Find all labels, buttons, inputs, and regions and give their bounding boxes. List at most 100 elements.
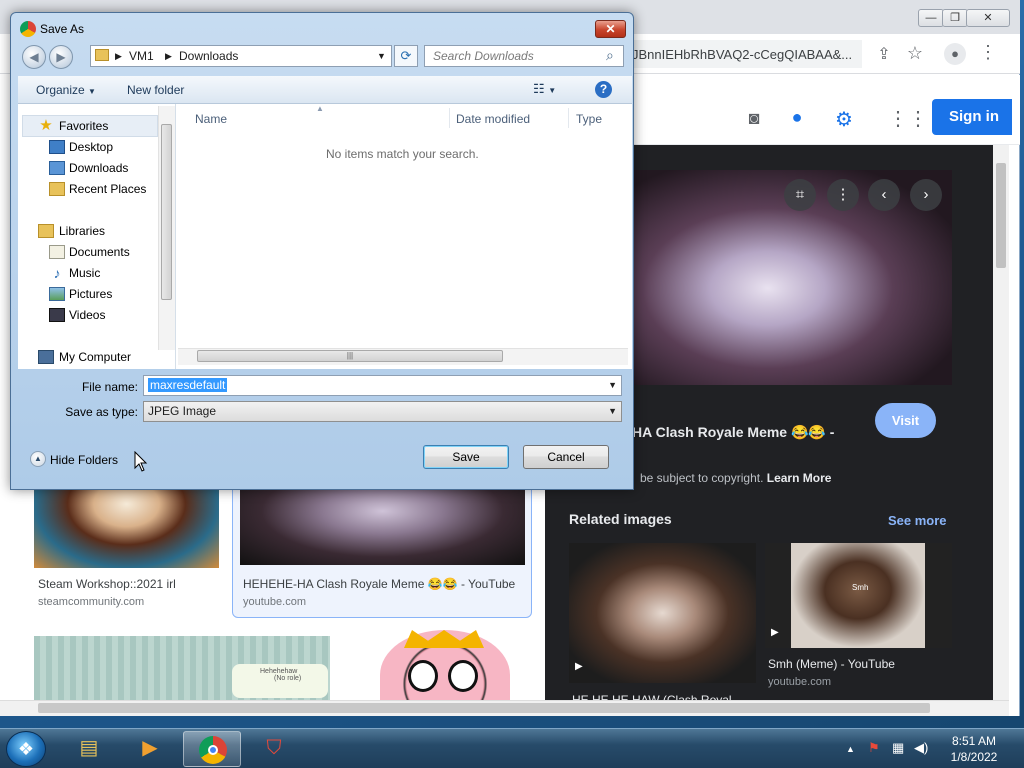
cancel-button[interactable]: Cancel [523, 445, 609, 469]
discord-card-name: Hehehehaw [260, 668, 298, 675]
result-thumbnail-2[interactable] [240, 488, 525, 565]
discord-card: Hehehehaw (No role) [232, 664, 328, 698]
nav-pictures[interactable]: Pictures [69, 287, 112, 301]
search-downloads-input[interactable]: Search Downloads [424, 45, 624, 67]
taskbar-security-shield-icon[interactable]: ⛉ [245, 731, 303, 767]
nav-my-computer[interactable]: My Computer [59, 350, 131, 364]
maximize-button[interactable]: ❐ [942, 9, 968, 27]
save-as-type-dropdown-icon[interactable]: ▼ [608, 402, 617, 421]
sign-in-button[interactable]: Sign in [932, 99, 1012, 135]
chrome-close-button[interactable]: ✕ [966, 9, 1010, 27]
taskbar-media-player-icon[interactable]: ▶ [121, 731, 179, 767]
file-list-scrollbar-thumb[interactable]: ||| [197, 350, 503, 362]
nav-music[interactable]: Music [69, 266, 100, 280]
lens-search-icon[interactable]: ⌗ [784, 179, 816, 211]
camera-icon[interactable]: ◙ [742, 108, 766, 129]
column-header-name[interactable]: Name [195, 112, 227, 126]
view-options-icon[interactable]: ☷ ▼ [533, 81, 556, 97]
next-image-icon[interactable]: › [910, 179, 942, 211]
address-bar[interactable]: JBnnIEHbRhBVAQ2-cCegQIABAA&... [612, 40, 862, 68]
column-header-date-modified[interactable]: Date modified [456, 112, 530, 126]
apps-grid-icon[interactable]: ⋮⋮ [888, 106, 928, 131]
nav-favorites[interactable]: Favorites [59, 119, 108, 133]
clock-date: 1/8/2022 [950, 750, 998, 764]
help-icon[interactable]: ? [595, 81, 612, 98]
result-title-1[interactable]: Steam Workshop::2021 irl [38, 577, 176, 591]
minimize-button[interactable]: — [918, 9, 944, 27]
new-folder-button[interactable]: New folder [127, 83, 184, 97]
folder-icon [95, 49, 109, 61]
preview-title[interactable]: HA Clash Royale Meme 😂😂 - [632, 424, 834, 441]
bookmark-star-icon[interactable]: ☆ [903, 43, 927, 64]
related-thumbnail-1[interactable]: ▶ [569, 543, 756, 683]
mouse-cursor-icon [134, 451, 148, 472]
profile-avatar-icon[interactable]: ● [944, 43, 966, 65]
nav-libraries[interactable]: Libraries [59, 224, 105, 238]
result-thumbnail-1[interactable] [34, 488, 219, 568]
play-icon: ▶ [771, 627, 779, 638]
learn-more-link[interactable]: Learn More [767, 471, 832, 485]
save-as-type-value: JPEG Image [148, 404, 217, 418]
search-icon[interactable]: ⌕ [606, 47, 614, 64]
related-title-2[interactable]: Smh (Meme) - YouTube [768, 657, 895, 671]
breadcrumb-address-bar[interactable]: ▶ VM1 ▶ Downloads ▼ [90, 45, 392, 67]
nav-desktop[interactable]: Desktop [69, 140, 113, 154]
file-name-input[interactable]: maxresdefault ▼ [143, 375, 622, 396]
file-name-label: File name: [81, 380, 138, 394]
microphone-icon[interactable]: ● [785, 107, 809, 128]
start-button[interactable]: ❖ [6, 731, 46, 767]
videos-icon [49, 308, 65, 322]
sort-indicator-icon: ▲ [316, 104, 324, 113]
save-as-type-select[interactable]: JPEG Image ▼ [143, 401, 622, 422]
nav-recent-places[interactable]: Recent Places [69, 182, 146, 196]
breadcrumb-separator-icon: ▶ [115, 51, 122, 61]
smh-caption: Smh [852, 583, 869, 592]
nav-documents[interactable]: Documents [69, 245, 130, 259]
back-button[interactable]: ◀ [22, 45, 46, 69]
address-dropdown-icon[interactable]: ▼ [377, 46, 386, 66]
breadcrumb-separator-icon: ▶ [165, 51, 172, 61]
share-icon[interactable]: ⇪ [872, 44, 896, 64]
save-as-type-label: Save as type: [65, 405, 138, 419]
show-hidden-icons-icon[interactable]: ▲ [846, 744, 855, 754]
breadcrumb-vm1[interactable]: VM1 [129, 46, 154, 66]
previous-image-icon[interactable]: ‹ [868, 179, 900, 211]
hide-folders-button[interactable]: Hide Folders [50, 453, 118, 467]
taskbar-chrome-icon[interactable] [183, 731, 241, 767]
refresh-button[interactable]: ⟳ [394, 45, 418, 67]
preview-image[interactable] [617, 170, 952, 385]
hide-folders-icon[interactable]: ▲ [30, 451, 46, 467]
system-clock[interactable]: 8:51 AM 1/8/2022 [940, 733, 1008, 765]
result-title-2[interactable]: HEHEHE-HA Clash Royale Meme 😂😂 - YouTube [243, 577, 515, 591]
file-name-dropdown-icon[interactable]: ▼ [608, 376, 617, 395]
address-bar-text: JBnnIEHbRhBVAQ2-cCegQIABAA&... [632, 47, 853, 62]
nav-downloads[interactable]: Downloads [69, 161, 128, 175]
chrome-menu-icon[interactable]: ⋮ [976, 42, 1000, 63]
pictures-icon [49, 287, 65, 301]
save-button[interactable]: Save [423, 445, 509, 469]
empty-folder-message: No items match your search. [326, 147, 479, 161]
settings-gear-icon[interactable]: ⚙ [832, 107, 856, 132]
network-icon[interactable]: ▦ [892, 740, 904, 756]
visit-button[interactable]: Visit [875, 403, 936, 438]
volume-icon[interactable]: ◀) [914, 740, 928, 756]
result-thumbnail-4[interactable] [352, 630, 527, 700]
related-thumbnail-2[interactable]: Smh ▶ [765, 543, 952, 648]
recent-places-icon [49, 182, 65, 196]
nav-pane-scrollbar-thumb[interactable] [161, 124, 172, 300]
column-separator [449, 108, 450, 128]
dialog-close-button[interactable]: ✕ [595, 20, 626, 38]
taskbar-explorer-icon[interactable]: ▤ [60, 731, 118, 767]
see-more-link[interactable]: See more [888, 513, 947, 528]
result-thumbnail-3[interactable]: Hehehehaw (No role) [34, 636, 330, 700]
action-center-flag-icon[interactable]: ⚑ [868, 740, 880, 756]
breadcrumb-downloads[interactable]: Downloads [179, 46, 238, 66]
nav-videos[interactable]: Videos [69, 308, 105, 322]
forward-button[interactable]: ▶ [49, 45, 73, 69]
page-vertical-scrollbar-thumb[interactable] [996, 163, 1006, 268]
organize-button[interactable]: Organize ▼ [36, 83, 96, 97]
more-options-icon[interactable]: ⋮ [827, 179, 859, 211]
page-horizontal-scrollbar-thumb[interactable] [38, 703, 930, 713]
column-header-type[interactable]: Type [576, 112, 602, 126]
column-separator [568, 108, 569, 128]
